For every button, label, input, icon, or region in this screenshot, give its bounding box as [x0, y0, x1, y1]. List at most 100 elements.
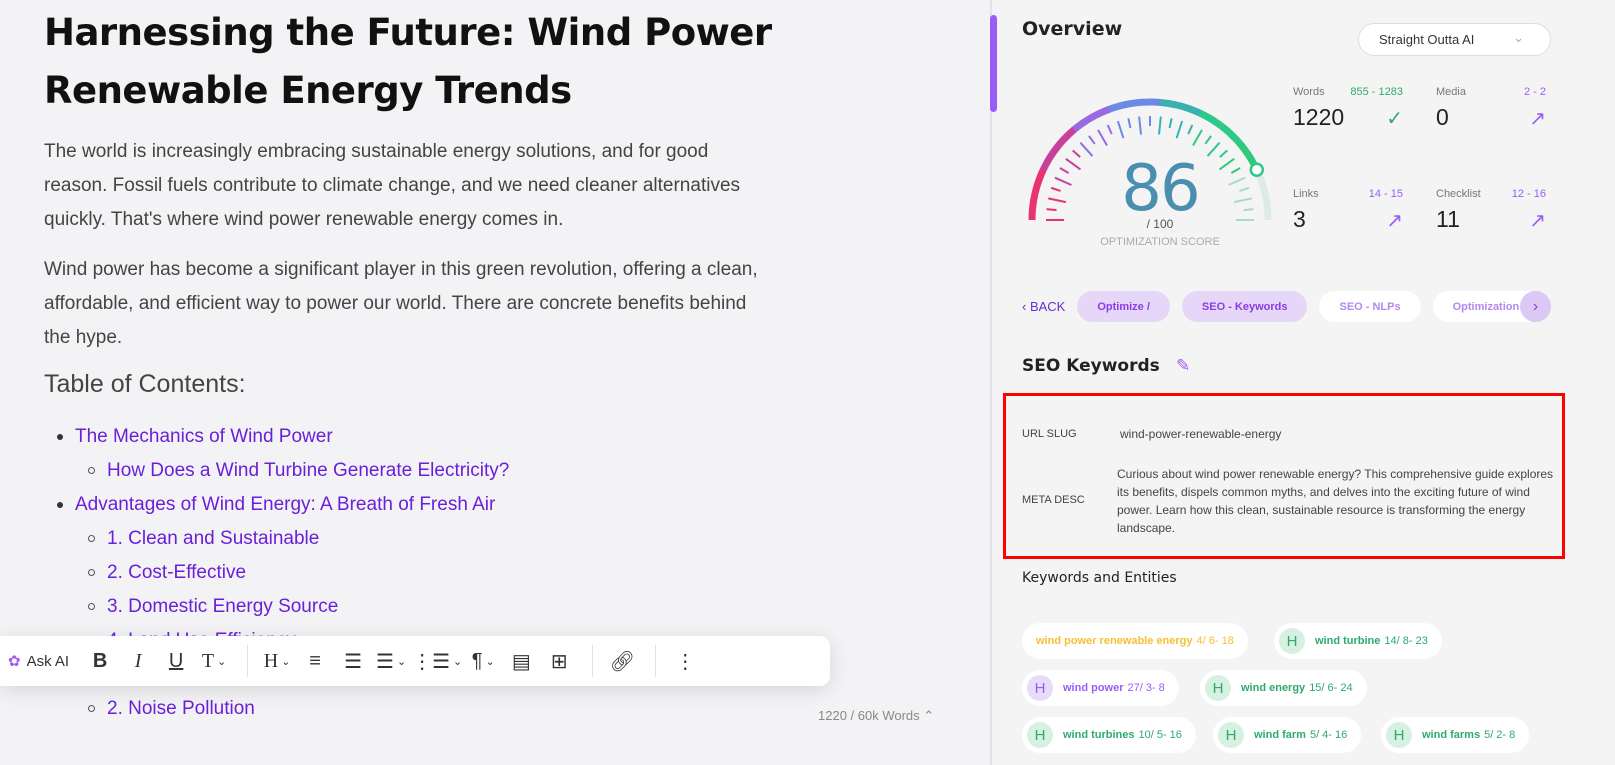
link-icon: 🔗︎: [609, 650, 635, 673]
keyword-chip[interactable]: wind power renewable energy 4/ 6- 18: [1022, 623, 1248, 659]
gauge-tick: [1228, 176, 1246, 186]
gauge-arc-segment: [1050, 141, 1063, 155]
stat-label: Links: [1293, 188, 1319, 200]
align-left-button[interactable]: ≡: [298, 643, 332, 679]
toc-link[interactable]: 2. Cost-Effective: [75, 556, 509, 590]
stat-value: 1220: [1293, 104, 1345, 130]
gauge-tick: [1175, 120, 1184, 139]
toc-link[interactable]: Advantages of Wind Energy: A Breath of F…: [56, 488, 509, 522]
divider: [247, 645, 249, 677]
image-icon: ▤: [511, 650, 531, 673]
url-slug-label: URL SLUG: [1022, 428, 1077, 440]
gauge-arc-segment: [1169, 100, 1183, 110]
tab-seo-nlps[interactable]: SEO - NLPs: [1319, 291, 1421, 322]
keyword-chip[interactable]: Hwind turbines 10/ 5- 16: [1022, 717, 1196, 753]
paragraph[interactable]: Wind power has become a significant play…: [44, 253, 774, 355]
text-style-dropdown[interactable]: T ⌄: [197, 643, 231, 679]
gauge-tick: [1065, 158, 1082, 171]
heading-badge: H: [1279, 628, 1305, 654]
gauge-tick: [1079, 142, 1094, 157]
word-count[interactable]: 1220 / 60k Words ⌃: [818, 708, 934, 724]
gauge-arc-segment: [1064, 126, 1077, 140]
stat-range: 14 - 15: [1368, 188, 1403, 200]
heading-badge: H: [1027, 722, 1053, 748]
tab-optimize[interactable]: Optimize /: [1077, 291, 1170, 322]
octopus-icon: ✿: [8, 653, 21, 670]
keyword-count: 4/ 6- 18: [1196, 635, 1234, 647]
toc-link[interactable]: The Mechanics of Wind Power: [56, 420, 509, 454]
gauge-tick: [1116, 120, 1125, 139]
heading-icon: H: [263, 649, 279, 672]
italic-button[interactable]: I: [121, 643, 155, 679]
gauge-arc-segment: [1071, 120, 1085, 133]
heading-badge: H: [1218, 722, 1244, 748]
overview-title: Overview: [1022, 18, 1123, 40]
more-options-button[interactable]: ⋮: [668, 643, 702, 679]
ordered-list-icon: ☰: [376, 650, 394, 673]
gauge-arc-segment: [1215, 120, 1229, 133]
gauge-tick: [1054, 176, 1072, 186]
preset-value: Straight Outta AI: [1379, 32, 1475, 47]
seo-panel: Overview Straight Outta AI ⌄ 86 / 100 OPT…: [1000, 0, 1615, 765]
plus-box-icon: ⊞: [550, 650, 568, 673]
toc-link[interactable]: 3. Domestic Energy Source: [75, 590, 509, 624]
gauge-arc-segment: [1080, 114, 1094, 127]
pilcrow-icon: ¶: [471, 649, 483, 672]
keyword-chip[interactable]: Hwind energy 15/ 6- 24: [1200, 670, 1367, 706]
preset-dropdown[interactable]: Straight Outta AI ⌄: [1358, 23, 1551, 56]
word-count-text: 1220 / 60k Words: [818, 708, 920, 723]
gauge-arc-segment: [1089, 109, 1103, 121]
bullet-list-dropdown[interactable]: ⋮☰ ⌄: [412, 643, 462, 679]
gauge-arc-segment: [1179, 102, 1193, 113]
toc-link[interactable]: 1. Clean and Sustainable: [75, 522, 509, 556]
paragraph-dropdown[interactable]: ¶ ⌄: [466, 643, 500, 679]
keyword-chip[interactable]: Hwind power 27/ 3- 8: [1022, 670, 1179, 706]
toc-link[interactable]: 2. Noise Pollution: [75, 692, 509, 726]
insert-image-button[interactable]: ▤: [504, 643, 538, 679]
gauge-tick: [1059, 167, 1070, 174]
stat-value: 3: [1293, 206, 1306, 232]
paragraph[interactable]: The world is increasingly embracing sust…: [44, 135, 774, 237]
scrollbar-thumb[interactable]: [990, 15, 997, 112]
gauge-tick: [1048, 197, 1067, 204]
keyword-chip[interactable]: Hwind farm 5/ 4- 16: [1213, 717, 1362, 753]
ask-ai-label: Ask AI: [26, 652, 70, 670]
heading-dropdown[interactable]: H ⌄: [260, 643, 294, 679]
ask-ai-button[interactable]: ✿ Ask AI: [8, 643, 69, 679]
keyword-term: wind turbine: [1315, 635, 1381, 647]
gauge-arc-segment: [1118, 100, 1131, 110]
stat-label: Media: [1436, 86, 1466, 98]
tabs-next-button[interactable]: ›: [1520, 291, 1551, 322]
keyword-chip[interactable]: Hwind farms 5/ 2- 8: [1381, 717, 1530, 753]
divider: [655, 645, 657, 677]
gauge-arc-segment: [1189, 105, 1202, 117]
underline-button[interactable]: U: [159, 643, 193, 679]
gauge-arc-segment: [1207, 114, 1221, 127]
align-justify-icon: ☰: [344, 650, 363, 673]
keyword-term: wind farm: [1254, 729, 1306, 741]
stat-label: Words: [1293, 86, 1325, 98]
meta-desc-value[interactable]: Curious about wind power renewable energ…: [1117, 465, 1557, 537]
score-label: OPTIMIZATION SCORE: [1100, 236, 1220, 248]
heading-badge: H: [1386, 722, 1412, 748]
keyword-count: 5/ 4- 16: [1309, 729, 1348, 741]
keyword-chip[interactable]: Hwind turbine 14/ 8- 23: [1274, 623, 1442, 659]
back-button[interactable]: ‹ BACK: [1022, 299, 1065, 314]
tab-seo-keywords[interactable]: SEO - Keywords: [1181, 291, 1308, 322]
toc-heading[interactable]: Table of Contents:: [44, 370, 246, 399]
link-button[interactable]: 🔗︎: [605, 643, 639, 679]
keyword-term: wind energy: [1241, 682, 1306, 694]
ordered-list-dropdown[interactable]: ☰ ⌄: [374, 643, 408, 679]
align-justify-button[interactable]: ☰: [336, 643, 370, 679]
edit-pencil-icon[interactable]: ✎: [1176, 356, 1190, 376]
insert-block-button[interactable]: ⊞: [542, 643, 576, 679]
url-slug-value[interactable]: wind-power-renewable-energy: [1120, 425, 1281, 443]
bold-button[interactable]: B: [83, 643, 117, 679]
article-title[interactable]: Harnessing the Future: Wind Power Renewa…: [44, 4, 804, 120]
bullet-list-icon: ⋮☰: [412, 650, 451, 673]
panel-divider: [990, 0, 992, 765]
gauge-arc-segment: [1030, 187, 1040, 201]
keyword-count: 10/ 5- 16: [1138, 729, 1182, 741]
toc-link[interactable]: How Does a Wind Turbine Generate Electri…: [75, 454, 509, 488]
gauge-arc-segment: [1223, 126, 1237, 140]
